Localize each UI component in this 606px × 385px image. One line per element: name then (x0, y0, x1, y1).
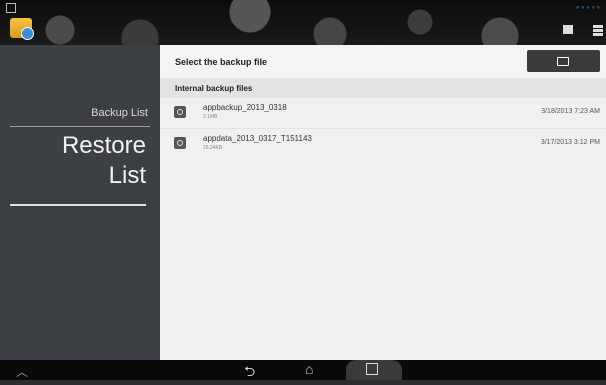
restore-label-line1: Restore (61, 132, 146, 159)
disc-icon (21, 27, 34, 40)
restore-label-line2: List (108, 162, 146, 189)
section-title: Internal backup files (175, 84, 253, 93)
file-size: 3.1MB (203, 114, 218, 120)
section-header: Internal backup files (160, 78, 606, 98)
file-date: 3/18/2013 7:23 AM (541, 108, 600, 115)
system-nav-bar: ︿ ⮌ ⌂ (0, 360, 606, 380)
backup-file-icon (174, 137, 186, 149)
list-item[interactable]: appdata_2013_0317_T151143 26.24KB 3/17/2… (160, 129, 606, 159)
file-date: 3/17/2013 3:12 PM (540, 139, 600, 146)
notification-icon (6, 3, 16, 13)
sidebar-item-backup-list[interactable]: Backup List (91, 107, 148, 119)
sidebar: Backup List Restore List (0, 45, 160, 360)
main-panel: Select the backup file Internal backup f… (160, 45, 606, 360)
backup-app-icon[interactable] (10, 18, 34, 40)
main-header: Select the backup file (160, 45, 606, 78)
copy-icon[interactable] (563, 25, 573, 34)
overflow-menu-icon[interactable]: ▬ ▬ ▬ (593, 21, 603, 39)
status-icons: ◦◦◦◦◦ (576, 2, 602, 12)
divider (10, 126, 150, 127)
home-icon[interactable]: ⌂ (305, 361, 313, 377)
list-item[interactable]: appbackup_2013_0318 3.1MB 3/18/2013 7:23… (160, 98, 606, 128)
recent-apps-icon (366, 363, 378, 375)
hide-keyboard-icon[interactable]: ︿ (16, 363, 28, 380)
folder-icon (557, 57, 569, 66)
back-icon[interactable]: ⮌ (244, 361, 255, 385)
page-title: Select the backup file (175, 57, 268, 67)
backup-file-icon (174, 106, 186, 118)
top-action-bar: ◦◦◦◦◦ ▬ ▬ ▬ (0, 0, 606, 45)
sidebar-item-restore-list[interactable]: Restore List (6, 131, 146, 191)
file-size: 26.24KB (203, 145, 223, 151)
selected-indicator (10, 204, 146, 206)
file-name: appdata_2013_0317_T151143 (203, 134, 312, 143)
browse-folder-button[interactable] (527, 50, 600, 72)
file-name: appbackup_2013_0318 (203, 103, 287, 112)
